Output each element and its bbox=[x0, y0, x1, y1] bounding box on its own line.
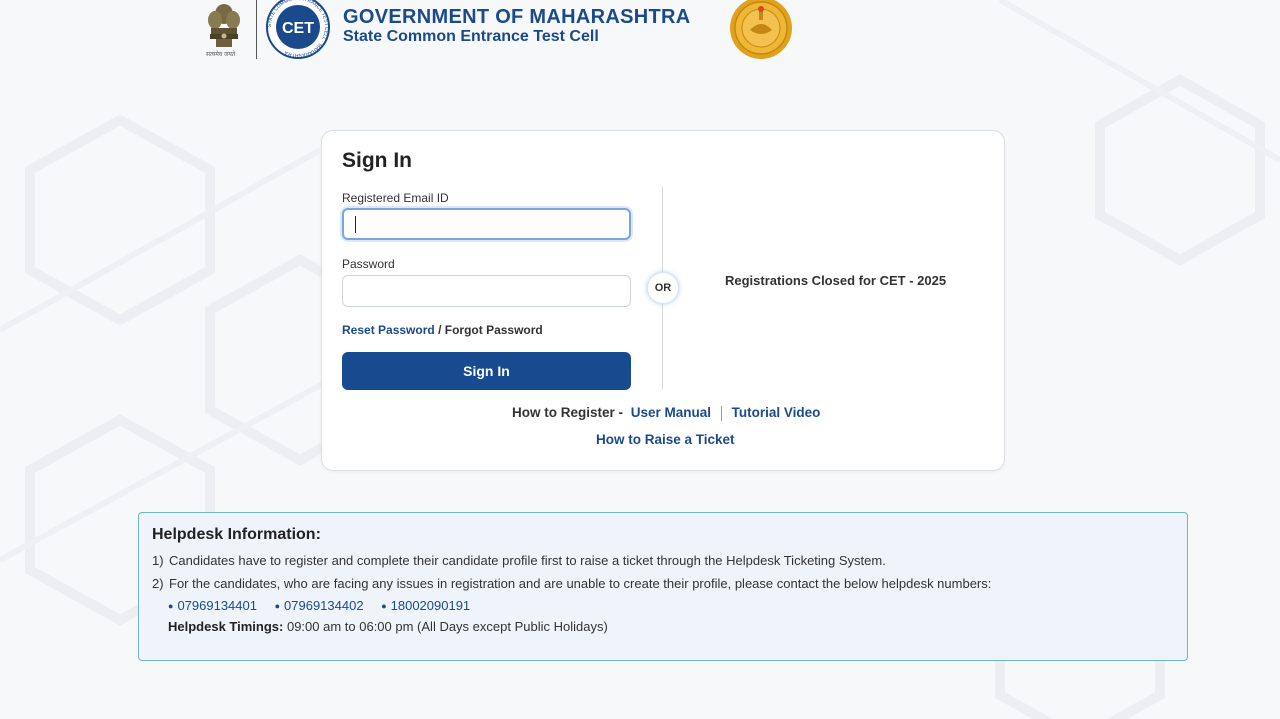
user-manual-link[interactable]: User Manual bbox=[631, 405, 711, 420]
email-field[interactable] bbox=[342, 208, 631, 240]
maharashtra-seal-icon bbox=[730, 0, 792, 59]
cet-logo-text: CET bbox=[282, 20, 314, 37]
government-title: GOVERNMENT OF MAHARASHTRA bbox=[343, 6, 691, 28]
helpdesk-timings-value: 09:00 am to 06:00 pm (All Days except Pu… bbox=[286, 619, 608, 634]
registration-status: Registrations Closed for CET - 2025 bbox=[725, 273, 947, 288]
password-label: Password bbox=[342, 257, 395, 271]
password-links-divider: / bbox=[438, 323, 442, 337]
text-cursor bbox=[355, 216, 356, 233]
helpdesk-item-text: Candidates have to register and complete… bbox=[169, 553, 886, 568]
forgot-password-link[interactable]: Forgot Password bbox=[445, 323, 543, 337]
site-header: सत्यमेव जयते CET STATE COMMON ENTRANCE T… bbox=[0, 0, 1280, 66]
cet-logo-icon: CET STATE COMMON ENTRANCE TEST CELL · MA… bbox=[266, 0, 330, 59]
or-badge: OR bbox=[647, 272, 679, 304]
helpdesk-item: 2) For the candidates, who are facing any… bbox=[152, 576, 991, 591]
bullet-icon: ● bbox=[381, 601, 387, 611]
emblem-caption: सत्यमेव जयते bbox=[206, 52, 236, 58]
tutorial-video-link[interactable]: Tutorial Video bbox=[732, 405, 821, 420]
raise-ticket-link[interactable]: How to Raise a Ticket bbox=[596, 432, 735, 447]
cell-subtitle: State Common Entrance Test Cell bbox=[343, 28, 599, 45]
helpdesk-item-text: For the candidates, who are facing any i… bbox=[169, 576, 992, 591]
helpdesk-timings-label: Helpdesk Timings: bbox=[168, 619, 284, 634]
helpdesk-item: 1) Candidates have to register and comple… bbox=[152, 553, 886, 568]
bullet-icon: ● bbox=[168, 601, 174, 611]
bullet-icon: ● bbox=[274, 601, 281, 611]
helpdesk-phone[interactable]: ● 07969134402 bbox=[275, 598, 364, 613]
helpdesk-panel: Helpdesk Information: 1) Candidates have … bbox=[138, 512, 1188, 661]
helpdesk-phone[interactable]: ● 07969134401 bbox=[168, 598, 257, 613]
how-to-register-row: How to Register - User Manual Tutorial V… bbox=[512, 405, 820, 421]
link-separator bbox=[720, 405, 722, 421]
email-label: Registered Email ID bbox=[342, 191, 449, 205]
helpdesk-phone[interactable]: ● 18002090191 bbox=[381, 598, 470, 613]
sign-in-card: Sign In Registered Email ID Password Res… bbox=[321, 130, 1005, 471]
helpdesk-phone-list: ● 07969134401 ● 07969134402 ● 18002090191 bbox=[168, 598, 484, 613]
password-field[interactable] bbox=[342, 275, 631, 307]
password-links: Reset Password / Forgot Password bbox=[342, 323, 543, 337]
helpdesk-item-number: 1) bbox=[152, 553, 164, 568]
reset-password-link[interactable]: Reset Password bbox=[342, 323, 435, 337]
helpdesk-timings: Helpdesk Timings: 09:00 am to 06:00 pm (… bbox=[168, 619, 608, 634]
how-to-register-label: How to Register - bbox=[512, 405, 624, 420]
header-divider bbox=[256, 0, 257, 59]
sign-in-title: Sign In bbox=[342, 149, 412, 172]
helpdesk-item-number: 2) bbox=[152, 576, 164, 591]
sign-in-button[interactable]: Sign In bbox=[342, 352, 631, 390]
helpdesk-title: Helpdesk Information: bbox=[152, 526, 321, 543]
